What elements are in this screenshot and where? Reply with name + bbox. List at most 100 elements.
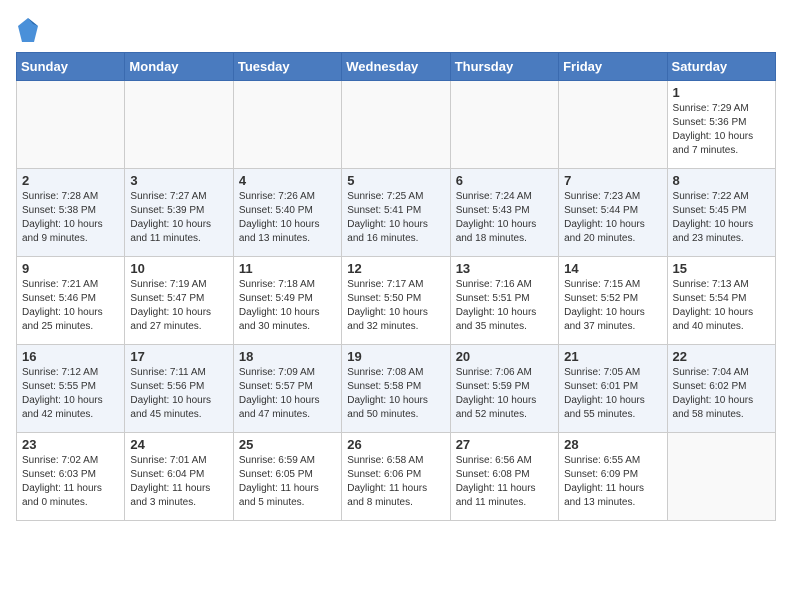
day-info: Sunrise: 7:28 AM Sunset: 5:38 PM Dayligh… <box>22 190 119 246</box>
calendar-cell: 21 Sunrise: 7:05 AM Sunset: 6:01 PM Dayli… <box>559 345 667 433</box>
calendar-cell: 12 Sunrise: 7:17 AM Sunset: 5:50 PM Dayli… <box>342 257 450 345</box>
day-number: 19 <box>347 349 444 364</box>
column-header-tuesday: Tuesday <box>233 53 341 81</box>
calendar-cell: 2 Sunrise: 7:28 AM Sunset: 5:38 PM Daylig… <box>17 169 125 257</box>
logo <box>16 16 42 44</box>
calendar-cell: 13 Sunrise: 7:16 AM Sunset: 5:51 PM Dayli… <box>450 257 558 345</box>
day-number: 7 <box>564 173 661 188</box>
day-info: Sunrise: 7:11 AM Sunset: 5:56 PM Dayligh… <box>130 366 227 422</box>
calendar-cell <box>342 81 450 169</box>
day-info: Sunrise: 6:59 AM Sunset: 6:05 PM Dayligh… <box>239 454 336 510</box>
calendar-cell: 22 Sunrise: 7:04 AM Sunset: 6:02 PM Dayli… <box>667 345 775 433</box>
calendar-cell <box>559 81 667 169</box>
calendar-cell: 15 Sunrise: 7:13 AM Sunset: 5:54 PM Dayli… <box>667 257 775 345</box>
calendar-cell: 18 Sunrise: 7:09 AM Sunset: 5:57 PM Dayli… <box>233 345 341 433</box>
day-info: Sunrise: 7:21 AM Sunset: 5:46 PM Dayligh… <box>22 278 119 334</box>
day-number: 23 <box>22 437 119 452</box>
calendar-cell: 8Sunrise: 7:22 AM Sunset: 5:45 PM Daylig… <box>667 169 775 257</box>
calendar-cell: 28 Sunrise: 6:55 AM Sunset: 6:09 PM Dayli… <box>559 433 667 521</box>
calendar-week-row: 1 Sunrise: 7:29 AM Sunset: 5:36 PM Daylig… <box>17 81 776 169</box>
day-info: Sunrise: 6:58 AM Sunset: 6:06 PM Dayligh… <box>347 454 444 510</box>
page-header <box>16 16 776 44</box>
calendar-cell: 3Sunrise: 7:27 AM Sunset: 5:39 PM Daylig… <box>125 169 233 257</box>
calendar-week-row: 23 Sunrise: 7:02 AM Sunset: 6:03 PM Dayli… <box>17 433 776 521</box>
calendar-cell: 6 Sunrise: 7:24 AM Sunset: 5:43 PM Daylig… <box>450 169 558 257</box>
day-info: Sunrise: 7:29 AM Sunset: 5:36 PM Dayligh… <box>673 102 770 158</box>
calendar-cell: 5 Sunrise: 7:25 AM Sunset: 5:41 PM Daylig… <box>342 169 450 257</box>
day-number: 28 <box>564 437 661 452</box>
calendar-week-row: 9 Sunrise: 7:21 AM Sunset: 5:46 PM Daylig… <box>17 257 776 345</box>
day-number: 17 <box>130 349 227 364</box>
column-header-sunday: Sunday <box>17 53 125 81</box>
day-number: 12 <box>347 261 444 276</box>
day-number: 21 <box>564 349 661 364</box>
calendar-week-row: 2 Sunrise: 7:28 AM Sunset: 5:38 PM Daylig… <box>17 169 776 257</box>
calendar-table: SundayMondayTuesdayWednesdayThursdayFrid… <box>16 52 776 521</box>
day-number: 24 <box>130 437 227 452</box>
day-number: 11 <box>239 261 336 276</box>
day-info: Sunrise: 7:23 AM Sunset: 5:44 PM Dayligh… <box>564 190 661 246</box>
day-number: 25 <box>239 437 336 452</box>
calendar-cell <box>450 81 558 169</box>
calendar-cell <box>17 81 125 169</box>
day-info: Sunrise: 7:09 AM Sunset: 5:57 PM Dayligh… <box>239 366 336 422</box>
day-number: 3 <box>130 173 227 188</box>
calendar-cell: 26 Sunrise: 6:58 AM Sunset: 6:06 PM Dayli… <box>342 433 450 521</box>
day-number: 27 <box>456 437 553 452</box>
day-number: 10 <box>130 261 227 276</box>
day-info: Sunrise: 7:22 AM Sunset: 5:45 PM Dayligh… <box>673 190 770 246</box>
day-info: Sunrise: 7:16 AM Sunset: 5:51 PM Dayligh… <box>456 278 553 334</box>
day-info: Sunrise: 7:04 AM Sunset: 6:02 PM Dayligh… <box>673 366 770 422</box>
column-header-friday: Friday <box>559 53 667 81</box>
calendar-cell: 20Sunrise: 7:06 AM Sunset: 5:59 PM Dayli… <box>450 345 558 433</box>
day-number: 6 <box>456 173 553 188</box>
calendar-cell: 4 Sunrise: 7:26 AM Sunset: 5:40 PM Daylig… <box>233 169 341 257</box>
day-number: 13 <box>456 261 553 276</box>
calendar-cell: 11 Sunrise: 7:18 AM Sunset: 5:49 PM Dayli… <box>233 257 341 345</box>
day-info: Sunrise: 7:25 AM Sunset: 5:41 PM Dayligh… <box>347 190 444 246</box>
day-info: Sunrise: 7:26 AM Sunset: 5:40 PM Dayligh… <box>239 190 336 246</box>
calendar-header-row: SundayMondayTuesdayWednesdayThursdayFrid… <box>17 53 776 81</box>
day-info: Sunrise: 7:18 AM Sunset: 5:49 PM Dayligh… <box>239 278 336 334</box>
day-number: 2 <box>22 173 119 188</box>
day-number: 15 <box>673 261 770 276</box>
column-header-monday: Monday <box>125 53 233 81</box>
calendar-cell: 19 Sunrise: 7:08 AM Sunset: 5:58 PM Dayli… <box>342 345 450 433</box>
day-number: 18 <box>239 349 336 364</box>
day-info: Sunrise: 7:17 AM Sunset: 5:50 PM Dayligh… <box>347 278 444 334</box>
column-header-wednesday: Wednesday <box>342 53 450 81</box>
day-number: 5 <box>347 173 444 188</box>
calendar-week-row: 16 Sunrise: 7:12 AM Sunset: 5:55 PM Dayli… <box>17 345 776 433</box>
calendar-cell: 10Sunrise: 7:19 AM Sunset: 5:47 PM Dayli… <box>125 257 233 345</box>
day-number: 1 <box>673 85 770 100</box>
day-info: Sunrise: 7:24 AM Sunset: 5:43 PM Dayligh… <box>456 190 553 246</box>
day-number: 20 <box>456 349 553 364</box>
calendar-cell <box>125 81 233 169</box>
day-number: 26 <box>347 437 444 452</box>
day-info: Sunrise: 7:01 AM Sunset: 6:04 PM Dayligh… <box>130 454 227 510</box>
day-number: 16 <box>22 349 119 364</box>
calendar-cell: 1 Sunrise: 7:29 AM Sunset: 5:36 PM Daylig… <box>667 81 775 169</box>
column-header-thursday: Thursday <box>450 53 558 81</box>
day-number: 22 <box>673 349 770 364</box>
day-info: Sunrise: 7:13 AM Sunset: 5:54 PM Dayligh… <box>673 278 770 334</box>
day-info: Sunrise: 7:12 AM Sunset: 5:55 PM Dayligh… <box>22 366 119 422</box>
logo-icon <box>16 16 40 44</box>
day-info: Sunrise: 7:08 AM Sunset: 5:58 PM Dayligh… <box>347 366 444 422</box>
day-info: Sunrise: 7:02 AM Sunset: 6:03 PM Dayligh… <box>22 454 119 510</box>
column-header-saturday: Saturday <box>667 53 775 81</box>
calendar-cell: 25 Sunrise: 6:59 AM Sunset: 6:05 PM Dayli… <box>233 433 341 521</box>
calendar-cell: 24 Sunrise: 7:01 AM Sunset: 6:04 PM Dayli… <box>125 433 233 521</box>
day-number: 14 <box>564 261 661 276</box>
day-number: 4 <box>239 173 336 188</box>
calendar-cell: 27Sunrise: 6:56 AM Sunset: 6:08 PM Dayli… <box>450 433 558 521</box>
calendar-cell: 16 Sunrise: 7:12 AM Sunset: 5:55 PM Dayli… <box>17 345 125 433</box>
day-info: Sunrise: 6:55 AM Sunset: 6:09 PM Dayligh… <box>564 454 661 510</box>
day-info: Sunrise: 7:15 AM Sunset: 5:52 PM Dayligh… <box>564 278 661 334</box>
day-number: 9 <box>22 261 119 276</box>
calendar-cell: 23 Sunrise: 7:02 AM Sunset: 6:03 PM Dayli… <box>17 433 125 521</box>
calendar-cell <box>667 433 775 521</box>
day-info: Sunrise: 7:05 AM Sunset: 6:01 PM Dayligh… <box>564 366 661 422</box>
calendar-cell: 14 Sunrise: 7:15 AM Sunset: 5:52 PM Dayli… <box>559 257 667 345</box>
calendar-cell: 7 Sunrise: 7:23 AM Sunset: 5:44 PM Daylig… <box>559 169 667 257</box>
